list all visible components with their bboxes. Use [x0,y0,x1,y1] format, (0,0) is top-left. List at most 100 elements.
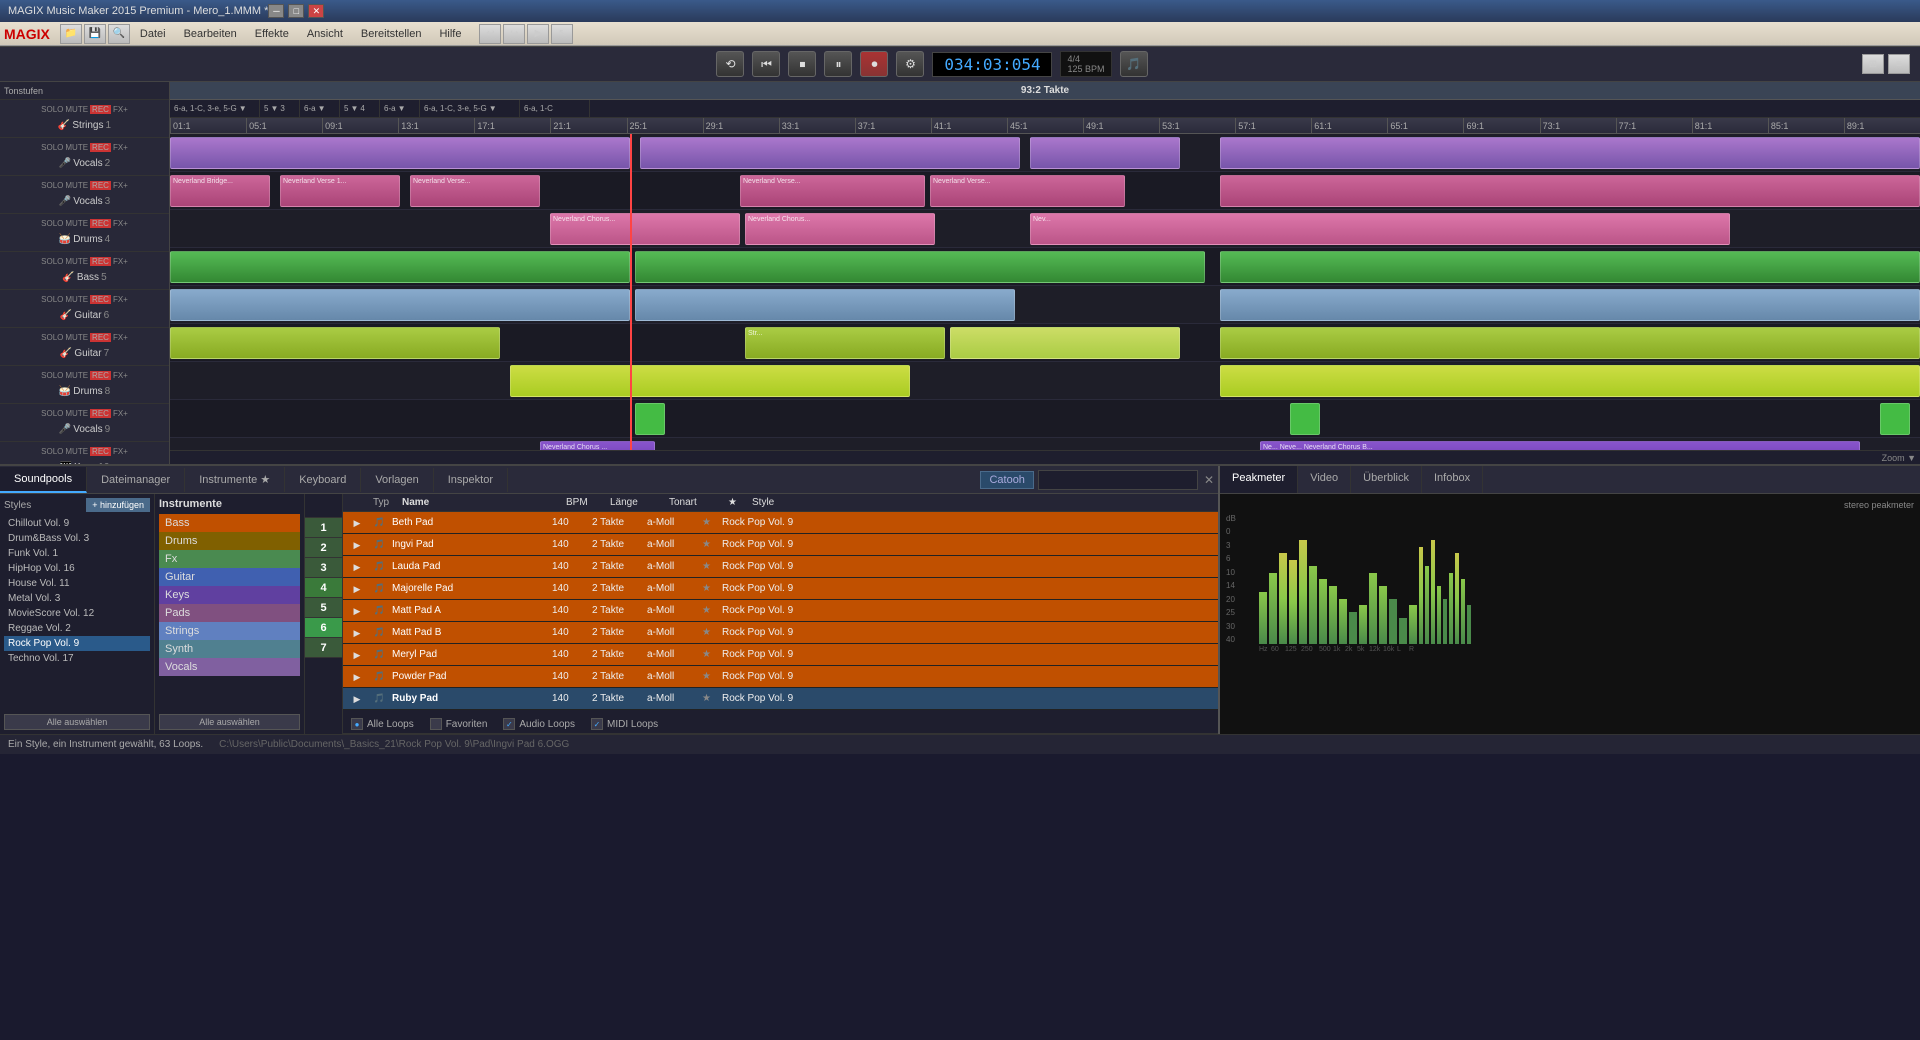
instr-guitar[interactable]: Guitar [159,568,300,586]
instr-synth[interactable]: Synth [159,640,300,658]
filter-all-cb[interactable]: ● [351,718,363,730]
loop-1-play[interactable]: ▶ [347,517,367,529]
play-icon-4[interactable]: ▶ [354,584,361,594]
loops-col-style[interactable]: Style [752,497,1212,508]
track-5-fx[interactable]: FX+ [113,257,128,266]
key-drop-3[interactable]: ▼ [318,104,326,113]
style-techno[interactable]: Techno Vol. 17 [4,651,150,666]
styles-select-all[interactable]: Alle auswählen [4,714,150,730]
loop-row-7[interactable]: ▶ 🎵 Meryl Pad 140 2 Takte a-Moll ★ Rock … [343,644,1218,666]
style-drumbass[interactable]: Drum&Bass Vol. 3 [4,531,150,546]
loop-6-play[interactable]: ▶ [347,627,367,639]
track-7-mute[interactable]: MUTE [65,333,88,342]
loop-4-play[interactable]: ▶ [347,583,367,595]
clip-5-1[interactable] [170,289,630,321]
menu-bearbeiten[interactable]: Bearbeiten [176,26,245,42]
loops-col-len[interactable]: Länge [610,497,665,508]
instr-vocals[interactable]: Vocals [159,658,300,676]
loop-row-4[interactable]: ▶ 🎵 Majorelle Pad 140 2 Takte a-Moll ★ R… [343,578,1218,600]
loop-7-star[interactable]: ★ [702,649,722,660]
key-dropdown-1[interactable]: ▼ [239,104,247,113]
clip-3-1[interactable]: Neverland Chorus... [550,213,740,245]
key-drop-2[interactable]: ▼ [270,104,278,113]
track-10-rec[interactable]: REC [90,447,111,456]
menu-effekte[interactable]: Effekte [247,26,297,42]
loop-9-star[interactable]: ★ [702,693,722,704]
clip-8-1[interactable] [635,403,665,435]
play-icon-3[interactable]: ▶ [354,562,361,572]
play-icon-6[interactable]: ▶ [354,628,361,638]
metronome-button[interactable]: 🎵 [1120,51,1148,77]
toolbar-redo[interactable]: ↪ [503,24,525,44]
track-7-fx[interactable]: FX+ [113,333,128,342]
close-button[interactable]: ✕ [308,4,324,18]
filter-midi[interactable]: ✓ MIDI Loops [591,718,658,730]
style-metal[interactable]: Metal Vol. 3 [4,591,150,606]
loop-button[interactable]: ⟲ [716,51,744,77]
clip-2-3[interactable]: Neverland Verse... [410,175,540,207]
menu-datei[interactable]: Datei [132,26,174,42]
loops-col-key[interactable]: Tonart [669,497,724,508]
zoom-label[interactable]: Zoom ▼ [1882,453,1916,463]
stage-1[interactable]: 1 [305,518,342,538]
clip-2-5[interactable]: Neverland Verse... [930,175,1125,207]
track-6-solo[interactable]: SOLO [41,295,63,304]
track-3-fx[interactable]: FX+ [113,181,128,190]
style-reggae[interactable]: Reggae Vol. 2 [4,621,150,636]
track-6-mute[interactable]: MUTE [65,295,88,304]
style-rockpop[interactable]: Rock Pop Vol. 9 [4,636,150,651]
key-drop-6[interactable]: ▼ [489,104,497,113]
instr-drums[interactable]: Drums [159,532,300,550]
menu-ansicht[interactable]: Ansicht [299,26,351,42]
pause-button[interactable]: ⏸ [824,51,852,77]
style-funk[interactable]: Funk Vol. 1 [4,546,150,561]
clip-6-3[interactable] [950,327,1180,359]
stage-6[interactable]: 6 [305,618,342,638]
stage-5[interactable]: 5 [305,598,342,618]
settings-button[interactable]: ⚙ [896,51,924,77]
peak-tab-meter[interactable]: Peakmeter [1220,466,1298,493]
loop-2-star[interactable]: ★ [702,539,722,550]
play-icon-7[interactable]: ▶ [354,650,361,660]
track-1-fx[interactable]: FX+ [113,105,128,114]
clip-8-2[interactable] [1290,403,1320,435]
loop-2-play[interactable]: ▶ [347,539,367,551]
tab-inspektor[interactable]: Inspektor [434,468,508,492]
clip-7-1[interactable] [510,365,910,397]
filter-fav-cb[interactable] [430,718,442,730]
loop-6-star[interactable]: ★ [702,627,722,638]
clip-4-1[interactable] [170,251,630,283]
clip-5-2[interactable] [635,289,1015,321]
track-2-rec[interactable]: REC [90,143,111,152]
track-2-mute[interactable]: MUTE [65,143,88,152]
toolbar-icon-3[interactable]: 🔍 [108,24,130,44]
record-button[interactable]: ⏺ [860,51,888,77]
menu-hilfe[interactable]: Hilfe [431,26,469,42]
loop-row-6[interactable]: ▶ 🎵 Matt Pad B 140 2 Takte a-Moll ★ Rock… [343,622,1218,644]
stage-4[interactable]: 4 [305,578,342,598]
loop-1-star[interactable]: ★ [702,517,722,528]
clip-4-2[interactable] [635,251,1205,283]
menu-bereitstellen[interactable]: Bereitstellen [353,26,430,42]
loop-row-5[interactable]: ▶ 🎵 Matt Pad A 140 2 Takte a-Moll ★ Rock… [343,600,1218,622]
arrangement[interactable]: Neverland Bridge... Neverland Verse 1...… [170,134,1920,450]
clip-9-1[interactable]: Neverland Chorus ... [540,441,655,450]
instr-fx[interactable]: Fx [159,550,300,568]
style-chillout[interactable]: Chillout Vol. 9 [4,516,150,531]
search-clear-button[interactable]: ✕ [1204,473,1214,487]
tab-keyboard[interactable]: Keyboard [285,468,361,492]
play-icon-1[interactable]: ▶ [354,518,361,528]
clip-7-2[interactable] [1220,365,1920,397]
track-4-rec[interactable]: REC [90,219,111,228]
loop-5-star[interactable]: ★ [702,605,722,616]
loop-row-3[interactable]: ▶ 🎵 Lauda Pad 140 2 Takte a-Moll ★ Rock … [343,556,1218,578]
tab-vorlagen[interactable]: Vorlagen [361,468,433,492]
minimize-button[interactable]: ─ [268,4,284,18]
track-6-fx[interactable]: FX+ [113,295,128,304]
clip-9-2[interactable]: Ne... Neve... Neverland Chorus B... [1260,441,1860,450]
track-5-solo[interactable]: SOLO [41,257,63,266]
clip-1-1[interactable] [170,137,630,169]
track-10-mute[interactable]: MUTE [65,447,88,456]
loop-8-play[interactable]: ▶ [347,671,367,683]
style-house[interactable]: House Vol. 11 [4,576,150,591]
